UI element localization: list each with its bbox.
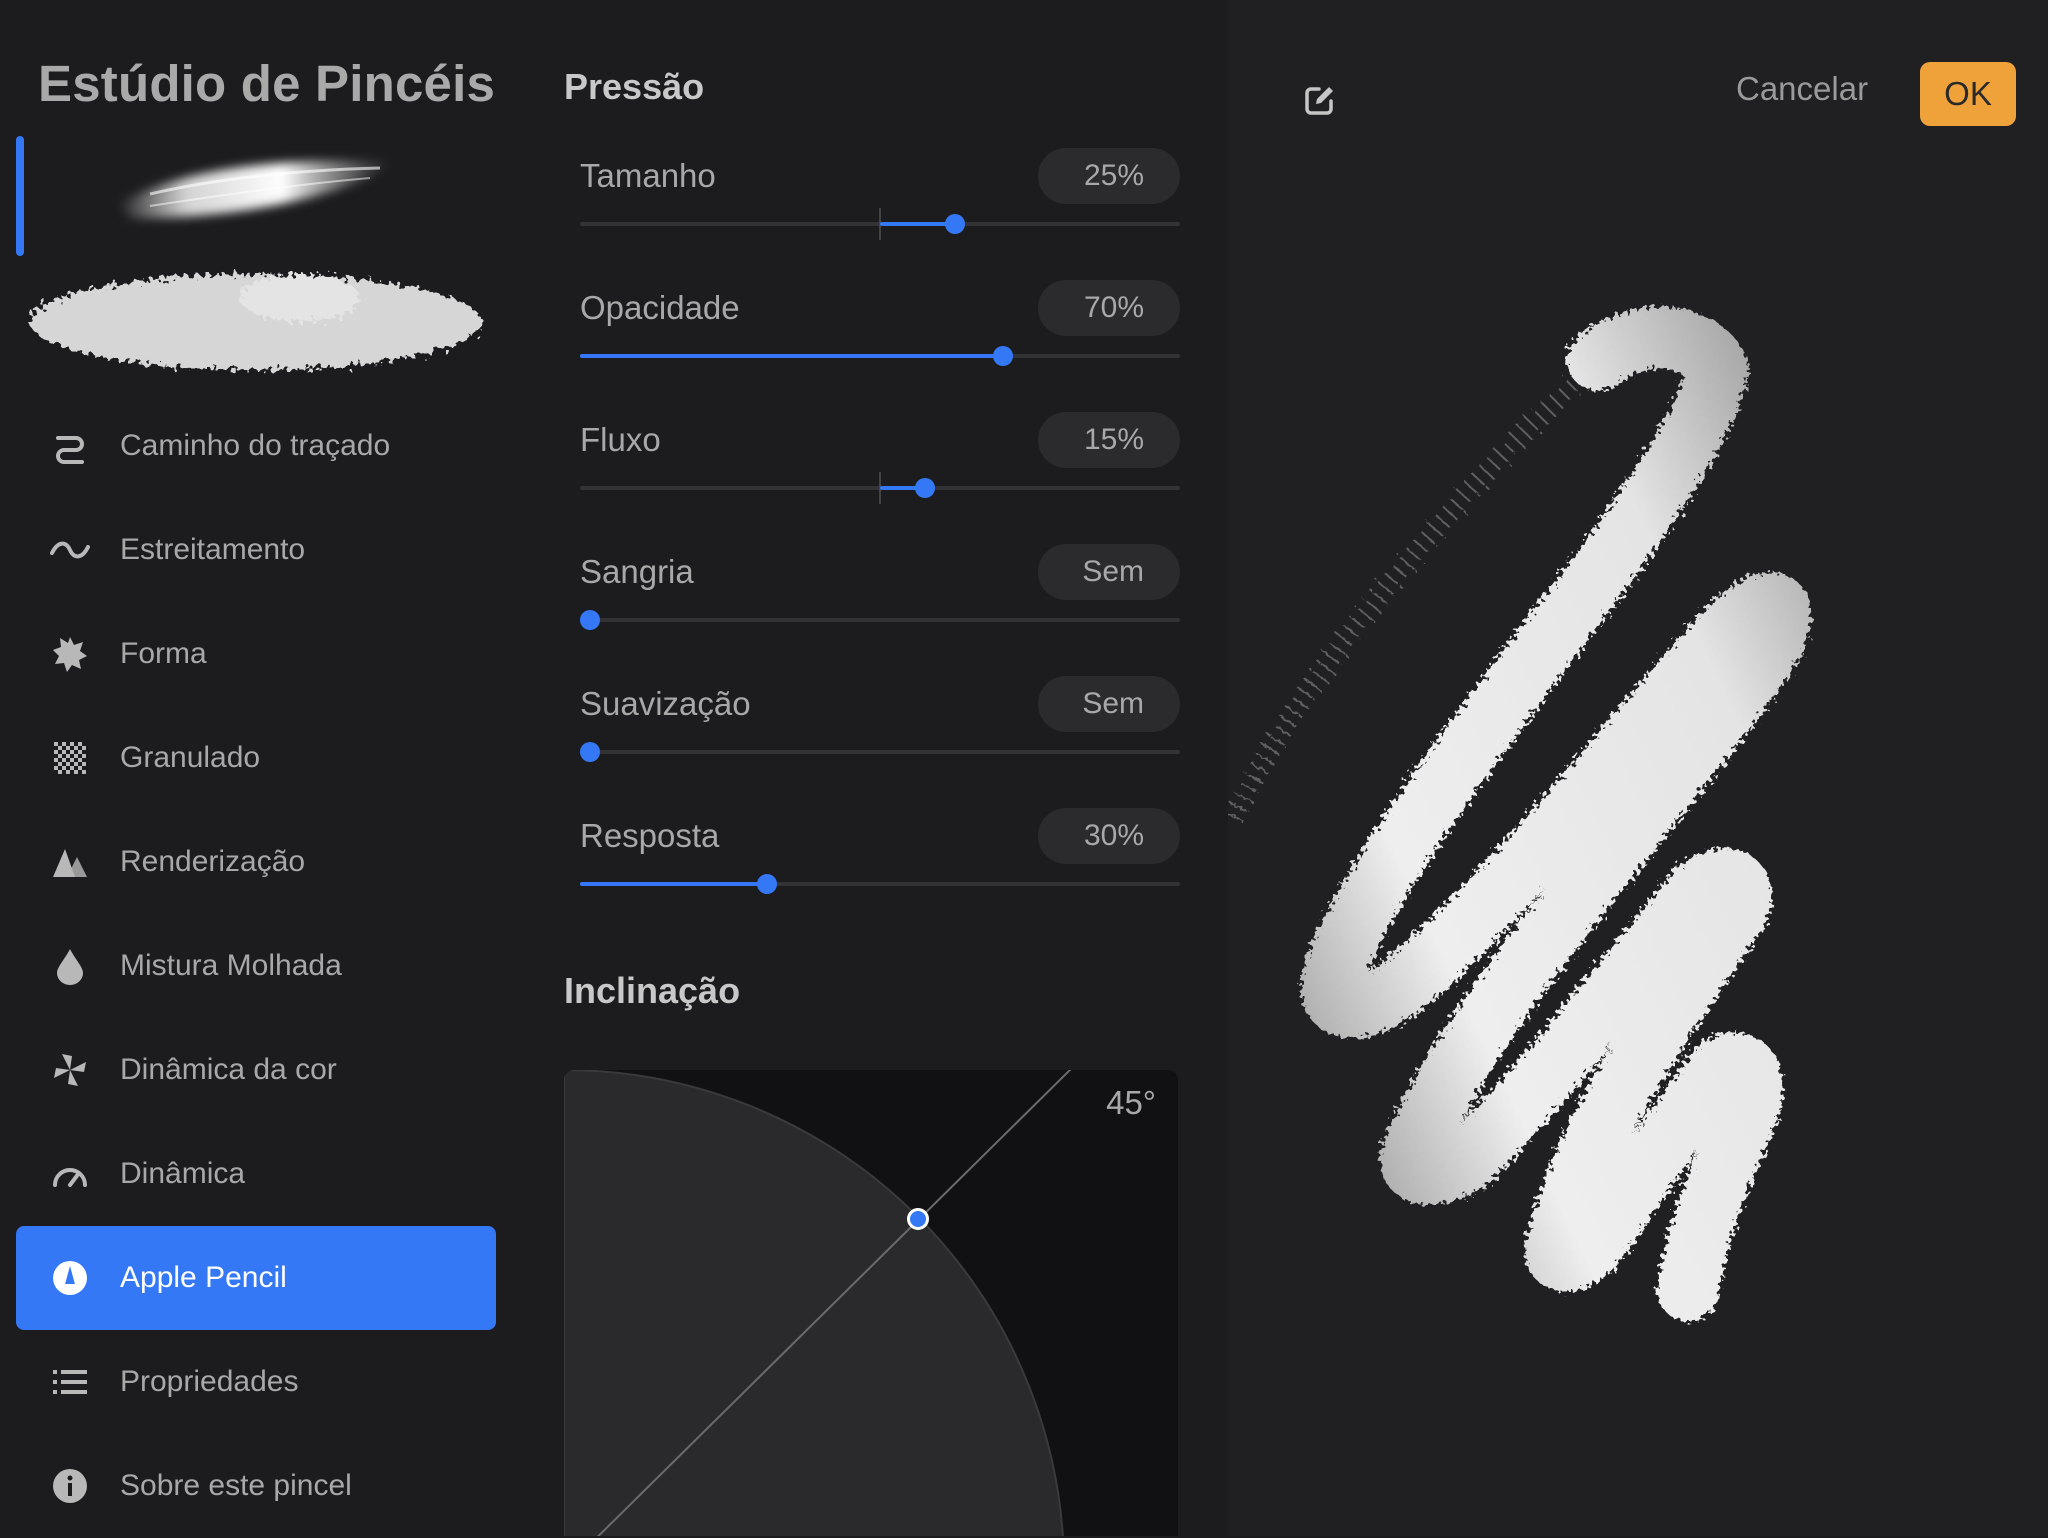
menu-item-label: Renderização (120, 845, 306, 878)
taper-icon (50, 530, 90, 570)
slider-value-text: Sem (1082, 687, 1144, 720)
sidebar: Estúdio de Pincéis Caminho do traçado Es… (0, 0, 512, 1536)
color-dynamics-icon (50, 1050, 90, 1090)
slider-fill (880, 222, 955, 226)
slider-value[interactable]: 30% (1038, 808, 1180, 864)
brush-test-stroke (1228, 306, 1812, 1321)
slider-value[interactable]: Sem (1038, 676, 1180, 732)
brush-texture-preview (30, 274, 482, 370)
menu-item-label: Granulado (120, 741, 261, 774)
menu-item-label: Caminho do traçado (120, 429, 391, 462)
brush-stroke-preview (118, 160, 392, 219)
menu-item-shape[interactable]: Forma (16, 602, 496, 706)
slider-value-text: 15% (1083, 423, 1144, 456)
slider-label: Suavização (580, 685, 751, 722)
properties-icon (50, 1362, 90, 1402)
menu-item-wet-mix[interactable]: Mistura Molhada (16, 914, 496, 1018)
slider-label: Resposta (580, 817, 720, 854)
tilt-quadrant (564, 1070, 1072, 1536)
menu-item-label: Propriedades (120, 1365, 299, 1398)
tilt-angle-value: 45° (1106, 1084, 1156, 1121)
menu-item-color-dynamics[interactable]: Dinâmica da cor (16, 1018, 496, 1122)
stroke-path-icon (50, 426, 90, 466)
slider-label: Tamanho (580, 157, 716, 194)
slider-value[interactable]: Sem (1038, 544, 1180, 600)
brush-preview-texture[interactable] (0, 258, 512, 388)
menu-item-apple-pencil[interactable]: Apple Pencil (16, 1226, 496, 1330)
menu-item-stroke-path[interactable]: Caminho do traçado (16, 394, 496, 498)
menu-item-rendering[interactable]: Renderização (16, 810, 496, 914)
slider-track[interactable] (580, 750, 1180, 754)
menu-item-label: Dinâmica da cor (120, 1053, 337, 1086)
settings-panel: Pressão Tamanho 25% Opacidade 70% Fluxo 15% Sa… (512, 0, 1228, 1536)
menu-item-grain[interactable]: Granulado (16, 706, 496, 810)
menu-item-label: Estreitamento (120, 533, 306, 566)
slider-value-text: 25% (1083, 159, 1144, 192)
pressure-section-title: Pressão (564, 66, 705, 107)
slider-handle[interactable] (580, 610, 600, 630)
slider-track[interactable] (580, 618, 1180, 622)
tilt-graph[interactable]: 45° (564, 1070, 1178, 1536)
menu-item-label: Forma (120, 637, 207, 670)
menu-item-label: Dinâmica (120, 1157, 246, 1190)
slider-value[interactable]: 70% (1038, 280, 1180, 336)
slider-handle[interactable] (757, 874, 777, 894)
menu-item-label: Mistura Molhada (120, 949, 342, 982)
menu-item-about-brush[interactable]: Sobre este pincel (16, 1434, 496, 1538)
menu-item-label: Apple Pencil (120, 1261, 287, 1294)
tilt-section-title: Inclinação (564, 970, 741, 1011)
rendering-icon (50, 842, 90, 882)
slider-value[interactable]: 15% (1038, 412, 1180, 468)
slider-sangria[interactable]: Sangria Sem (568, 544, 1180, 676)
slider-resposta[interactable]: Resposta 30% (568, 808, 1180, 940)
page-title: Estúdio de Pincéis (38, 55, 496, 112)
slider-fluxo[interactable]: Fluxo 15% (568, 412, 1180, 544)
slider-label: Fluxo (580, 421, 661, 458)
slider-label: Sangria (580, 553, 694, 590)
menu-item-dynamics[interactable]: Dinâmica (16, 1122, 496, 1226)
menu-item-taper[interactable]: Estreitamento (16, 498, 496, 602)
selection-indicator (16, 136, 24, 256)
dynamics-icon (50, 1154, 90, 1194)
settings-menu: Caminho do traçado Estreitamento Forma G… (0, 394, 512, 1538)
brush-preview-selected[interactable] (0, 134, 512, 258)
info-icon (50, 1466, 90, 1506)
slider-opacidade[interactable]: Opacidade 70% (568, 280, 1180, 412)
slider-tamanho[interactable]: Tamanho 25% (568, 148, 1180, 280)
slider-value-text: Sem (1082, 555, 1144, 588)
slider-handle[interactable] (993, 346, 1013, 366)
wet-mix-icon (50, 946, 90, 986)
slider-handle[interactable] (915, 478, 935, 498)
slider-handle[interactable] (580, 742, 600, 762)
grain-icon (50, 738, 90, 778)
slider-handle[interactable] (945, 214, 965, 234)
drawing-pad[interactable]: Cancelar OK (1228, 0, 2048, 1536)
slider-suavizacao[interactable]: Suavização Sem (568, 676, 1180, 808)
slider-fill (580, 354, 1003, 358)
slider-value-text: 70% (1083, 291, 1144, 324)
slider-label: Opacidade (580, 289, 740, 326)
slider-value[interactable]: 25% (1038, 148, 1180, 204)
slider-fill (580, 882, 767, 886)
slider-value-text: 30% (1083, 819, 1144, 852)
menu-item-properties[interactable]: Propriedades (16, 1330, 496, 1434)
apple-pencil-icon (50, 1258, 90, 1298)
menu-item-label: Sobre este pincel (120, 1469, 352, 1502)
shape-icon (50, 634, 90, 674)
tilt-angle-handle[interactable] (907, 1208, 929, 1230)
